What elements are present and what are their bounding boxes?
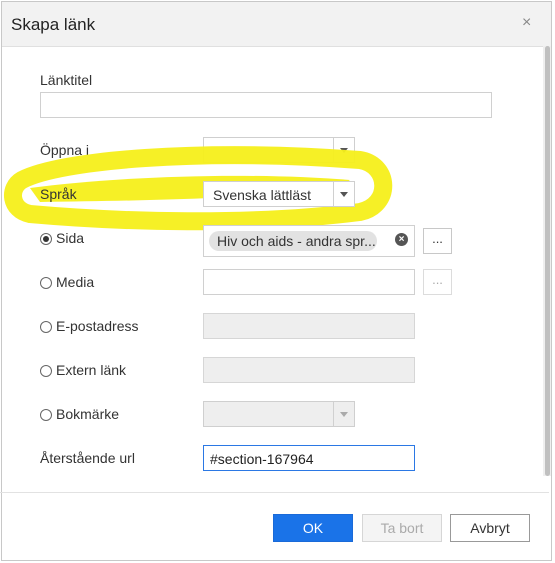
ok-button[interactable]: OK — [273, 514, 353, 542]
cancel-button[interactable]: Avbryt — [450, 514, 530, 542]
radio-page[interactable] — [40, 233, 52, 245]
radio-external[interactable] — [40, 365, 52, 377]
page-label: Sida — [56, 230, 85, 246]
chevron-down-icon[interactable] — [333, 182, 354, 206]
email-input[interactable] — [203, 313, 415, 339]
page-chip: Hiv och aids - andra spr... — [209, 231, 377, 251]
bookmark-select[interactable] — [203, 401, 355, 427]
radio-bookmark[interactable] — [40, 409, 52, 421]
external-label: Extern länk — [56, 362, 127, 378]
page-browse-button[interactable]: ... — [423, 228, 452, 254]
chevron-down-icon[interactable] — [333, 402, 354, 426]
external-input[interactable] — [203, 357, 415, 383]
language-select[interactable]: Svenska lättläst — [203, 181, 355, 207]
media-input[interactable] — [203, 269, 415, 295]
media-label: Media — [56, 274, 95, 290]
clear-icon[interactable]: × — [395, 233, 408, 246]
footer-divider — [0, 492, 549, 493]
bookmark-label: Bokmärke — [56, 406, 120, 422]
language-value: Svenska lättläst — [213, 187, 312, 203]
radio-email[interactable] — [40, 321, 52, 333]
media-browse-button[interactable]: ... — [423, 269, 452, 295]
remaining-url-label: Återstående url — [40, 450, 135, 466]
remaining-url-value: #section-167964 — [210, 451, 314, 467]
email-label: E-postadress — [56, 318, 139, 334]
radio-media[interactable] — [40, 277, 52, 289]
delete-button[interactable]: Ta bort — [362, 514, 442, 542]
remaining-url-input[interactable]: #section-167964 — [203, 445, 415, 471]
language-label: Språk — [40, 186, 77, 202]
